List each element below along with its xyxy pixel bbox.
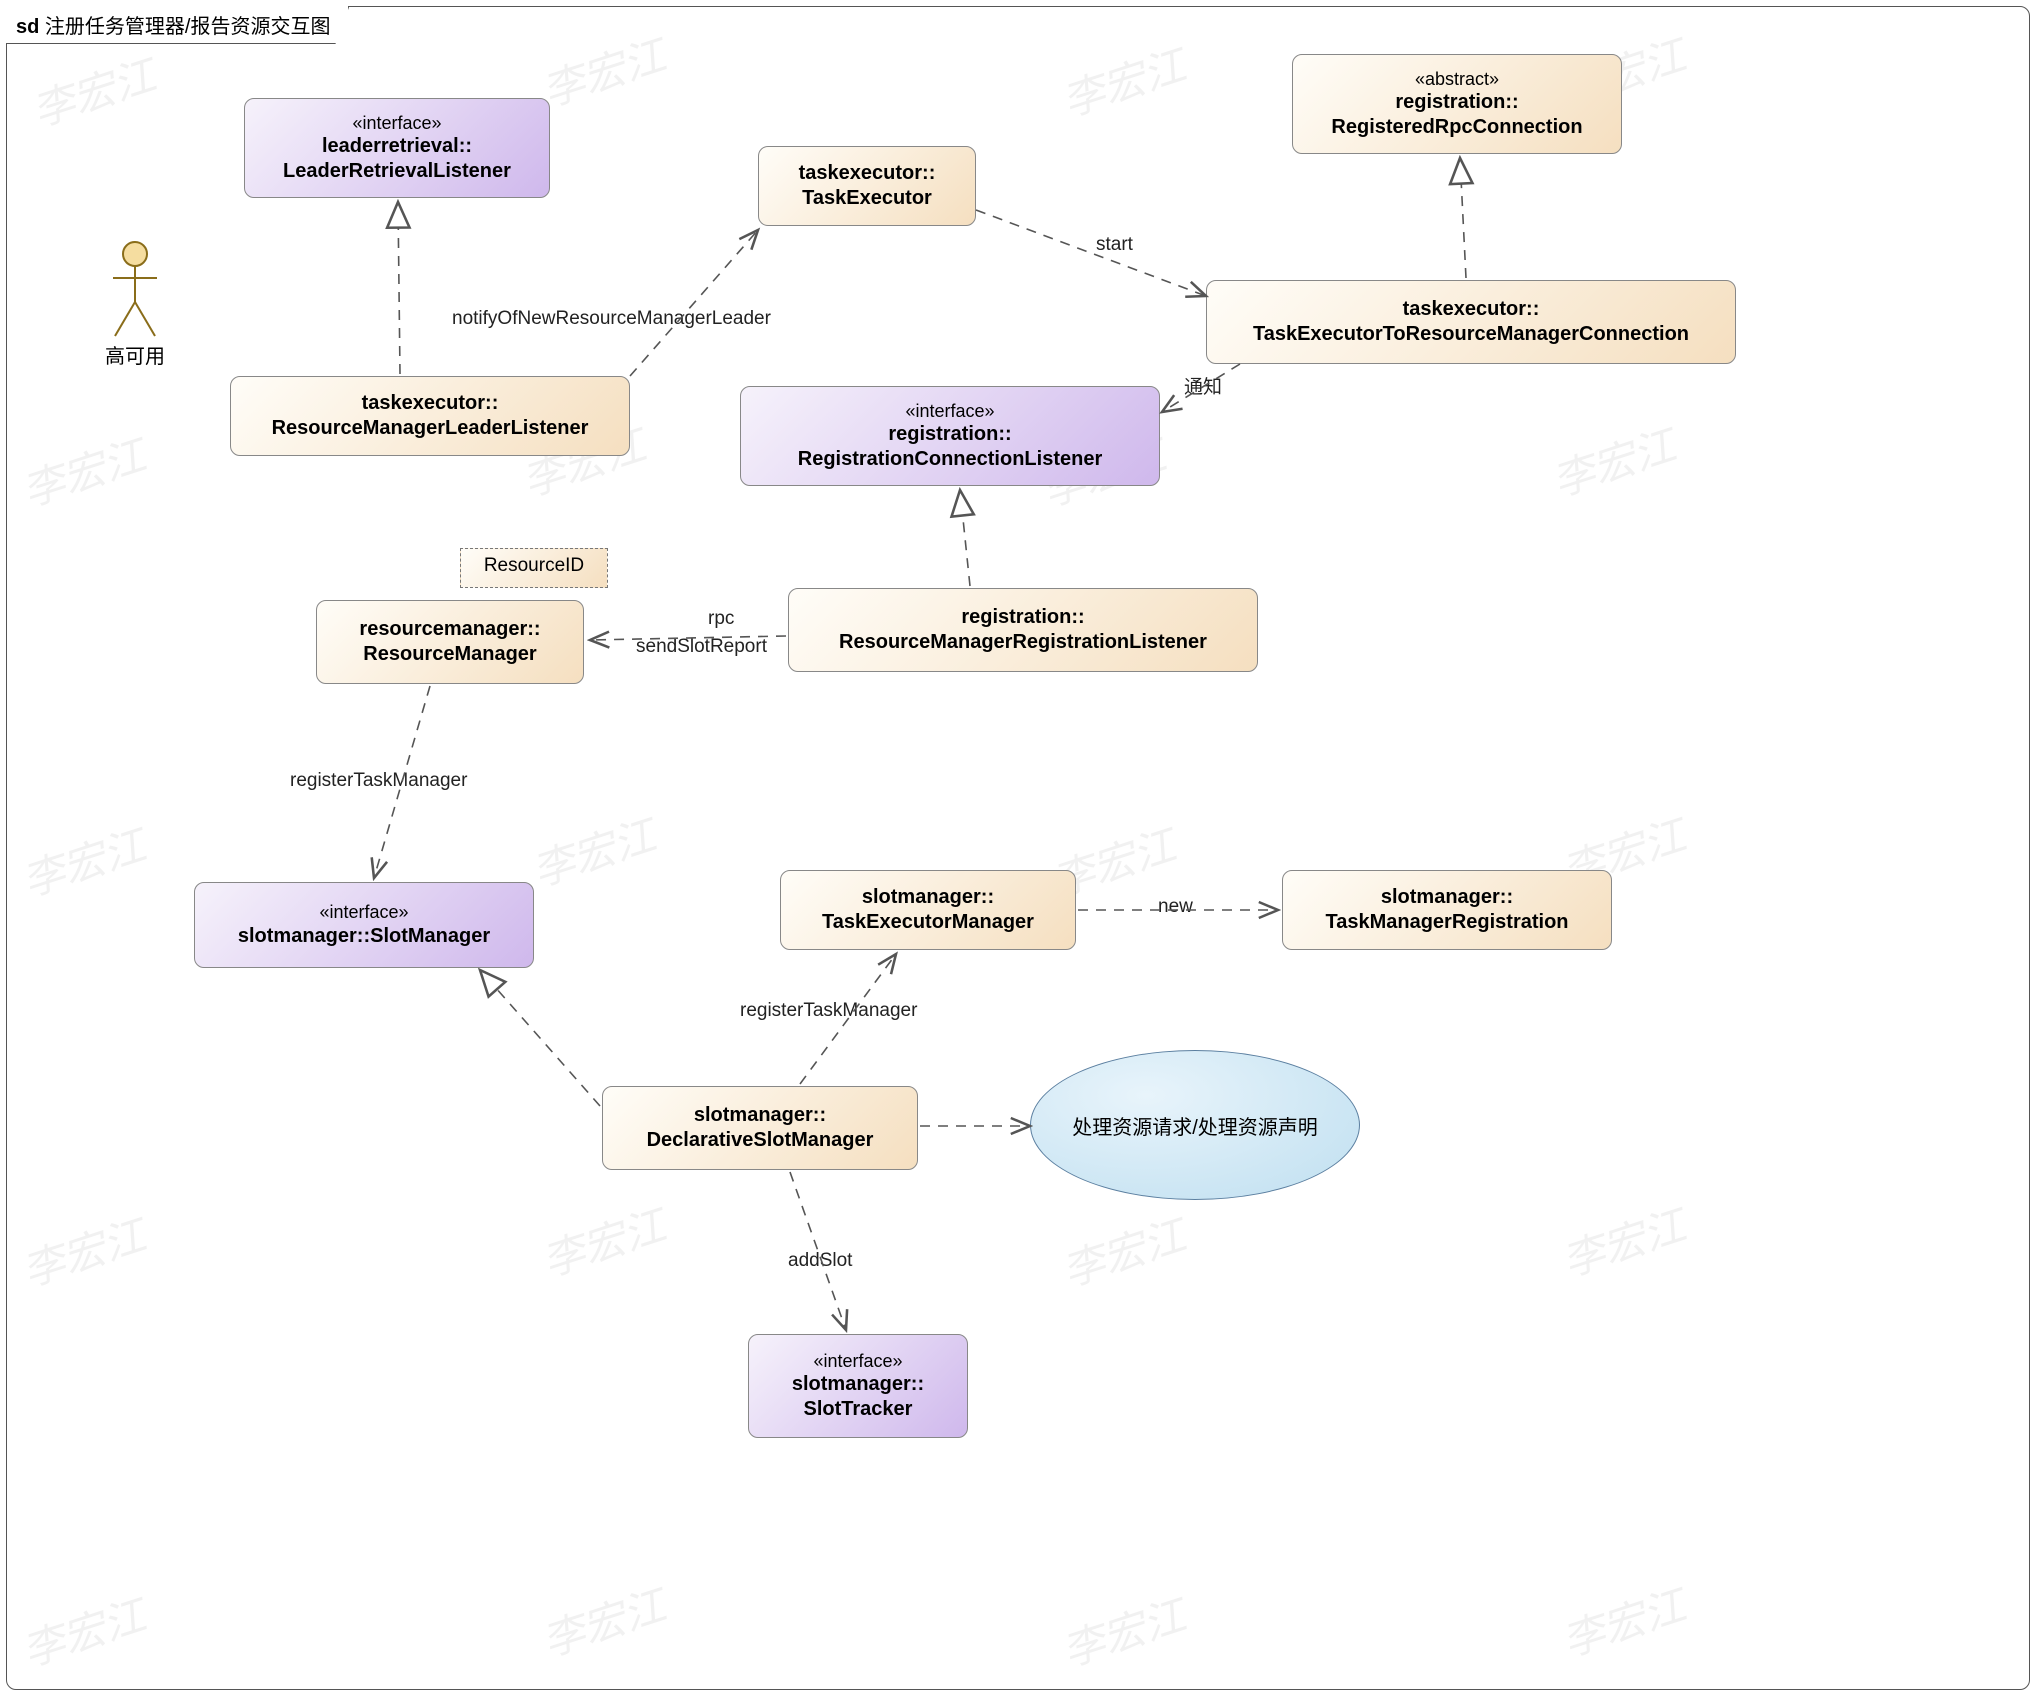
stereotype: «interface» — [255, 112, 539, 135]
actor-label: 高可用 — [90, 340, 180, 369]
node-name-line2: RegisteredRpcConnection — [1303, 115, 1611, 140]
node-name-line2: TaskExecutorManager — [791, 910, 1065, 935]
actor-high-availability: 高可用 — [90, 240, 180, 369]
node-name-line1: taskexecutor:: — [1217, 297, 1725, 322]
node-name-line2: ResourceManagerRegistrationListener — [799, 630, 1247, 655]
node-name-line1: leaderretrieval:: — [255, 134, 539, 159]
actor-icon — [105, 240, 165, 340]
node-name-line1: slotmanager:: — [1293, 885, 1601, 910]
stereotype: «interface» — [759, 1350, 957, 1373]
node-name-line1: slotmanager:: — [791, 885, 1065, 910]
node-process-resource-request: 处理资源请求/处理资源声明 — [1030, 1050, 1360, 1200]
node-registration-connection-listener: «interface» registration:: RegistrationC… — [740, 386, 1160, 486]
diagram-frame — [6, 6, 2030, 1690]
node-name-line2: ResourceManagerLeaderListener — [241, 416, 619, 441]
edge-label-send-slot-report: sendSlotReport — [636, 636, 767, 658]
edge-label-notify: 通知 — [1184, 372, 1222, 399]
node-registered-rpc-connection: «abstract» registration:: RegisteredRpcC… — [1292, 54, 1622, 154]
node-declarative-slot-manager: slotmanager:: DeclarativeSlotManager — [602, 1086, 918, 1170]
edge-label-rpc: rpc — [708, 608, 734, 630]
stereotype: «interface» — [205, 901, 523, 924]
node-name-line2: LeaderRetrievalListener — [255, 159, 539, 184]
node-name-line2: TaskManagerRegistration — [1293, 910, 1601, 935]
node-resource-manager: resourcemanager:: ResourceManager — [316, 600, 584, 684]
node-name-line2: DeclarativeSlotManager — [613, 1128, 907, 1153]
node-task-executor: taskexecutor:: TaskExecutor — [758, 146, 976, 226]
node-name-line1: taskexecutor:: — [241, 391, 619, 416]
node-name-line2: ResourceManager — [327, 642, 573, 667]
node-name-line1: taskexecutor:: — [769, 161, 965, 186]
node-name-line2: TaskExecutorToResourceManagerConnection — [1217, 322, 1725, 347]
stereotype: «interface» — [751, 400, 1149, 423]
node-name: slotmanager::SlotManager — [205, 924, 523, 949]
title-rest: 注册任务管理器/报告资源交互图 — [39, 16, 330, 38]
node-rm-leader-listener: taskexecutor:: ResourceManagerLeaderList… — [230, 376, 630, 456]
ellipse-text: 处理资源请求/处理资源声明 — [1072, 1111, 1318, 1140]
diagram-title: sd 注册任务管理器/报告资源交互图 — [6, 6, 349, 44]
edge-label-register-tm-1: registerTaskManager — [290, 770, 467, 792]
title-prefix: sd — [16, 16, 39, 38]
node-name-line1: slotmanager:: — [613, 1103, 907, 1128]
node-name-line1: resourcemanager:: — [327, 617, 573, 642]
node-name-line2: SlotTracker — [759, 1397, 957, 1422]
node-slot-tracker: «interface» slotmanager:: SlotTracker — [748, 1334, 968, 1438]
node-tm-registration: slotmanager:: TaskManagerRegistration — [1282, 870, 1612, 950]
node-name-line1: registration:: — [751, 422, 1149, 447]
edge-label-add-slot: addSlot — [788, 1250, 852, 1272]
edge-label-start: start — [1096, 234, 1133, 256]
edge-label-new: new — [1158, 896, 1193, 918]
note-resource-id: ResourceID — [460, 548, 608, 588]
note-text: ResourceID — [484, 555, 584, 576]
node-te-to-rm-connection: taskexecutor:: TaskExecutorToResourceMan… — [1206, 280, 1736, 364]
node-leader-retrieval-listener: «interface» leaderretrieval:: LeaderRetr… — [244, 98, 550, 198]
edge-label-notify-leader: notifyOfNewResourceManagerLeader — [452, 308, 771, 330]
node-name-line1: slotmanager:: — [759, 1372, 957, 1397]
node-name-line2: TaskExecutor — [769, 186, 965, 211]
node-slot-manager: «interface» slotmanager::SlotManager — [194, 882, 534, 968]
node-task-executor-manager: slotmanager:: TaskExecutorManager — [780, 870, 1076, 950]
node-name-line2: RegistrationConnectionListener — [751, 447, 1149, 472]
node-name-line1: registration:: — [799, 605, 1247, 630]
edge-label-register-tm-2: registerTaskManager — [740, 1000, 917, 1022]
stereotype: «abstract» — [1303, 68, 1611, 91]
node-name-line1: registration:: — [1303, 90, 1611, 115]
node-rm-registration-listener: registration:: ResourceManagerRegistrati… — [788, 588, 1258, 672]
